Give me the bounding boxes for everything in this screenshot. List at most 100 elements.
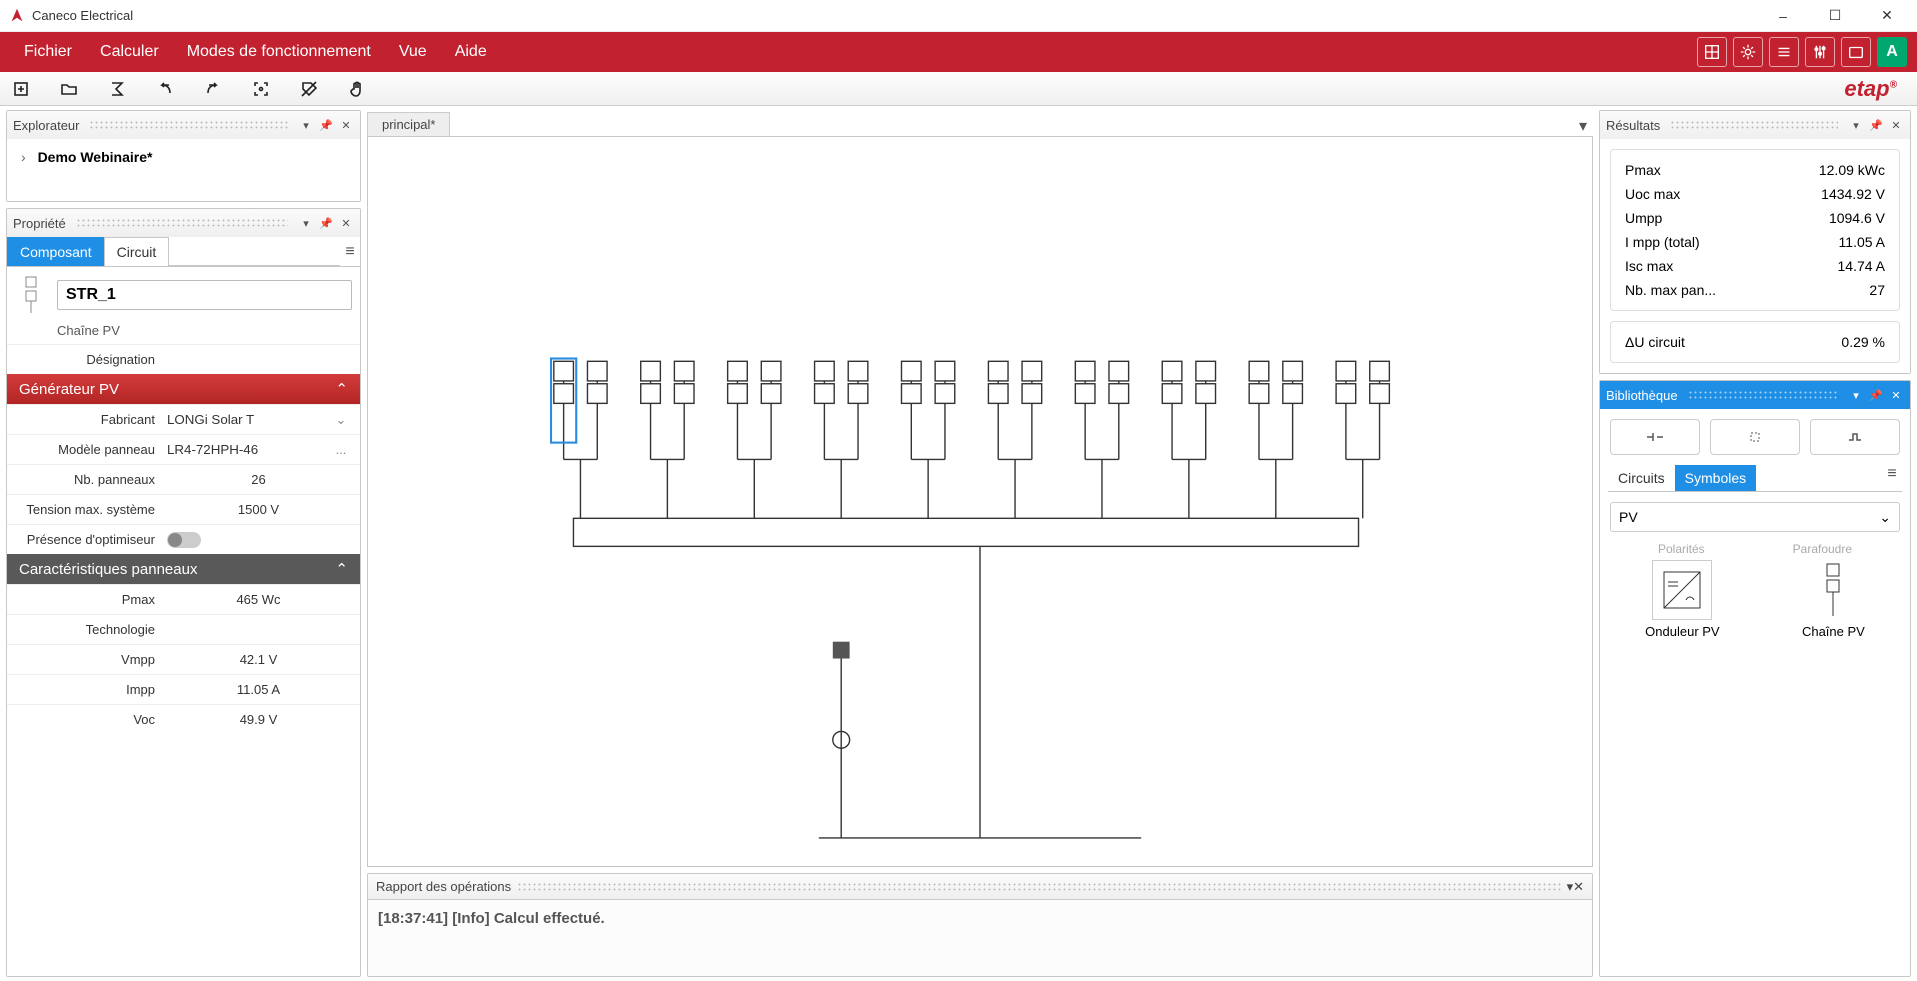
menu-vue[interactable]: Vue [385,32,441,72]
fabricant-input[interactable] [167,412,332,427]
modele-input[interactable] [167,442,332,457]
chevron-down-icon[interactable]: ▾ [298,117,314,133]
tension-value[interactable]: 1500 V [167,502,350,517]
pin-icon[interactable]: 📌 [1868,117,1884,133]
canvas-tab-menu-icon[interactable]: ▾ [1573,116,1593,136]
undo-icon[interactable] [154,78,176,100]
section-carac-label: Caractéristiques panneaux [19,561,197,578]
pin-icon[interactable]: 📌 [318,117,334,133]
results-panel: Résultats ▾ 📌 ✕ Pmax12.09 kWc Uoc max143… [1599,110,1911,374]
window-maximize-button[interactable]: ☐ [1813,2,1857,30]
explorer-panel: Explorateur ▾ 📌 ✕ › Demo Webinaire* [6,110,361,202]
titlebar: Caneco Electrical – ☐ ✕ [0,0,1917,32]
result-row: ΔU circuit0.29 % [1619,330,1891,354]
menubar: Fichier Calculer Modes de fonctionnement… [0,32,1917,72]
vmpp-value: 42.1 V [167,652,350,667]
library-item-onduleur[interactable]: Onduleur PV [1645,556,1719,639]
pin-icon[interactable]: 📌 [318,215,334,231]
dropdown-icon[interactable]: ⌄ [332,412,350,428]
window-minimize-button[interactable]: – [1761,2,1805,30]
toolbar-gear-icon[interactable] [1733,37,1763,67]
oplog-title: Rapport des opérations [376,879,511,894]
voc-value: 49.9 V [167,712,350,727]
close-icon[interactable]: ✕ [338,215,354,231]
library-mode-2-button[interactable] [1710,419,1800,455]
library-category-select[interactable]: PV ⌄ [1610,502,1900,532]
nb-panneaux-value[interactable]: 26 [167,472,350,487]
chevron-down-icon: ⌄ [1879,509,1891,526]
explorer-title: Explorateur [13,118,79,133]
component-name-input[interactable] [57,280,352,310]
user-avatar[interactable]: A [1877,37,1907,67]
chevron-up-icon: ⌃ [335,380,348,398]
menu-calculer[interactable]: Calculer [86,32,173,72]
optimiseur-label: Présence d'optimiseur [17,532,167,547]
property-title: Propriété [13,216,66,231]
result-row: Nb. max pan...27 [1619,278,1891,302]
toolbar-list-icon[interactable] [1769,37,1799,67]
pmax-label: Pmax [17,592,167,607]
library-mode-3-button[interactable] [1810,419,1900,455]
property-panel: Propriété ▾ 📌 ✕ Composant Circuit ≡ [6,208,361,977]
section-generator[interactable]: Générateur PV⌃ [7,374,360,404]
library-tab-symboles[interactable]: Symboles [1675,465,1756,491]
designation-label: Désignation [17,352,167,367]
chevron-down-icon[interactable]: ▾ [298,215,314,231]
library-item-chaine[interactable]: Chaîne PV [1802,556,1865,639]
library-item-label: Chaîne PV [1802,624,1865,639]
more-icon[interactable]: ... [332,442,350,457]
tab-circuit[interactable]: Circuit [104,237,170,266]
results-title: Résultats [1606,118,1660,133]
close-icon[interactable]: ✕ [1888,387,1904,403]
expand-icon[interactable]: › [21,149,26,165]
tab-menu-icon[interactable]: ≡ [340,237,360,266]
oplog-line: [18:37:41] [Info] Calcul effectué. [378,910,605,927]
app-logo-icon [8,7,26,25]
panel-grip [89,120,288,130]
impp-value: 11.05 A [167,682,350,697]
toolbar-folder-icon[interactable] [1841,37,1871,67]
tab-composant[interactable]: Composant [7,237,105,266]
menu-fichier[interactable]: Fichier [10,32,86,72]
result-row: I mpp (total)11.05 A [1619,230,1891,254]
canvas[interactable]: /* placeholder */ [367,136,1593,867]
window-close-button[interactable]: ✕ [1865,2,1909,30]
tree-root[interactable]: › Demo Webinaire* [7,139,360,165]
focus-icon[interactable] [250,78,272,100]
sigma-icon[interactable] [106,78,128,100]
panel-grip [76,218,288,228]
library-panel: Bibliothèque ▾ 📌 ✕ Circuits Symboles ≡ [1599,380,1911,977]
tag-off-icon[interactable] [298,78,320,100]
toolbar-grid-icon[interactable] [1697,37,1727,67]
chevron-down-icon[interactable]: ▾ [1848,387,1864,403]
optimiseur-toggle[interactable] [167,532,201,548]
close-icon[interactable]: ✕ [1573,879,1584,895]
new-file-icon[interactable] [10,78,32,100]
operations-log-panel: Rapport des opérations ▾ ✕ [18:37:41] [I… [367,873,1593,977]
impp-label: Impp [17,682,167,697]
redo-icon[interactable] [202,78,224,100]
close-icon[interactable]: ✕ [338,117,354,133]
chevron-down-icon[interactable]: ▾ [1848,117,1864,133]
modele-label: Modèle panneau [17,442,167,457]
menu-aide[interactable]: Aide [441,32,501,72]
library-title: Bibliothèque [1606,388,1678,403]
menu-modes[interactable]: Modes de fonctionnement [173,32,385,72]
library-tab-menu-icon[interactable]: ≡ [1882,465,1902,491]
pin-icon[interactable]: 📌 [1868,387,1884,403]
tech-label: Technologie [17,622,167,637]
library-mode-1-button[interactable] [1610,419,1700,455]
library-cutoff-b: Parafoudre [1793,542,1852,556]
library-tab-circuits[interactable]: Circuits [1608,465,1675,491]
canvas-tab-principal[interactable]: principal* [367,112,450,136]
result-row: Isc max14.74 A [1619,254,1891,278]
fabricant-label: Fabricant [17,412,167,427]
nb-panneaux-label: Nb. panneaux [17,472,167,487]
hand-pan-icon[interactable] [346,78,368,100]
toolbar-sliders-icon[interactable] [1805,37,1835,67]
section-caracteristiques[interactable]: Caractéristiques panneaux⌃ [7,554,360,584]
toolbar: etap® [0,72,1917,106]
close-icon[interactable]: ✕ [1888,117,1904,133]
open-folder-icon[interactable] [58,78,80,100]
brand-logo: etap® [1844,76,1907,102]
